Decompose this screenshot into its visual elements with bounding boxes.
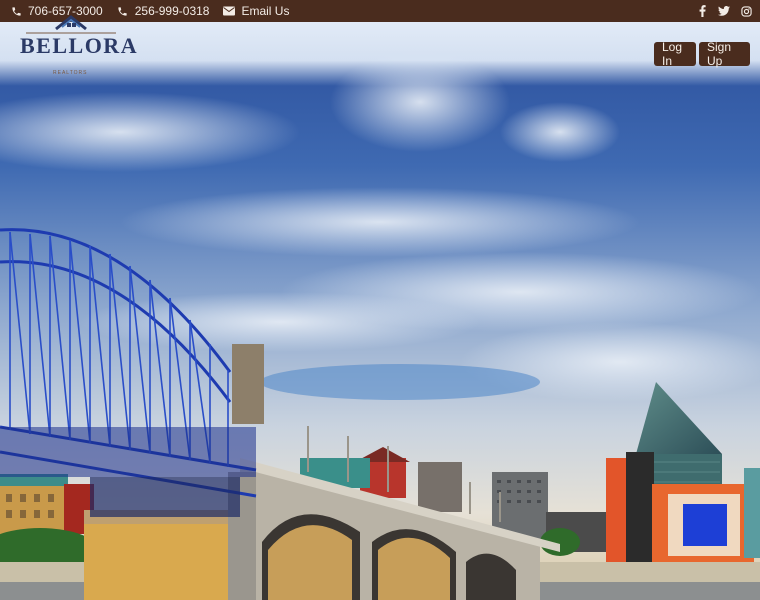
login-button[interactable]: Log In [654,40,696,68]
email-link[interactable]: Email Us [223,4,289,18]
signup-button[interactable]: Sign Up [699,40,750,68]
phone-link-2[interactable]: 256-999-0318 [117,4,210,18]
email-label: Email Us [241,4,290,18]
brand-tagline: REALTORS [53,70,88,76]
envelope-icon [223,5,236,17]
facebook-icon[interactable] [696,5,708,17]
brand-name: BELLORA [20,33,139,58]
twitter-icon[interactable] [718,5,730,17]
hero-image [0,22,760,600]
instagram-icon[interactable] [740,5,752,17]
hero-skyline-scene [0,22,760,600]
social-links [696,0,752,22]
phone-number-2: 256-999-0318 [134,4,210,18]
